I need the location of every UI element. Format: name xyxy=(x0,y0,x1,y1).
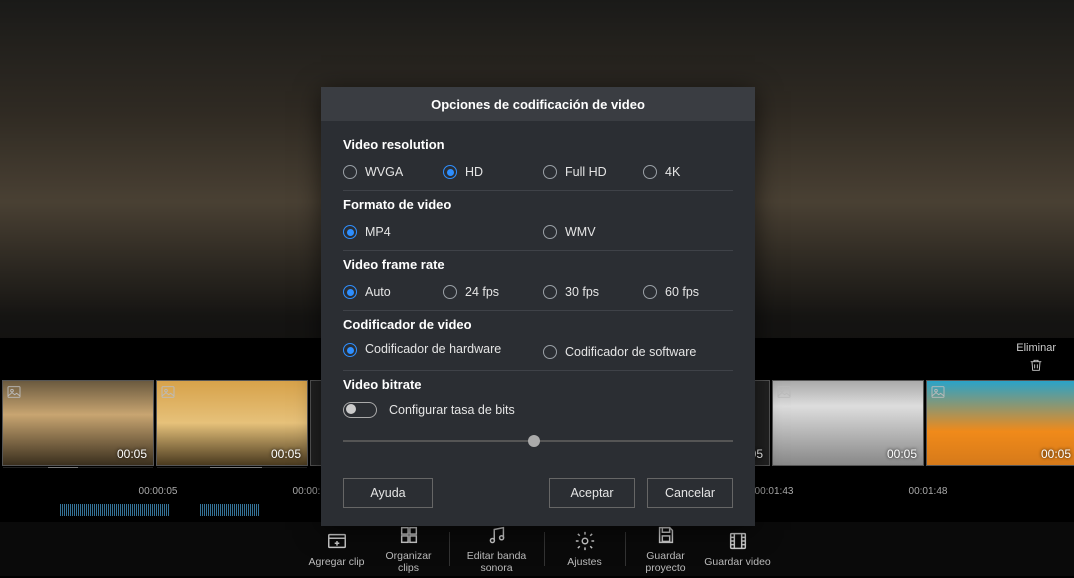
radio-label: Full HD xyxy=(565,165,607,180)
trash-icon xyxy=(1028,356,1044,374)
resolution-option-4k[interactable]: 4K xyxy=(643,162,733,182)
framerate-option-24fps[interactable]: 24 fps xyxy=(443,282,533,302)
framerate-options: Auto 24 fps 30 fps 60 fps xyxy=(343,282,733,302)
radio-label: Codificador de hardware xyxy=(365,342,501,357)
image-icon xyxy=(160,384,176,400)
framerate-section-title: Video frame rate xyxy=(343,257,733,272)
clip-duration: 00:05 xyxy=(1041,447,1071,461)
cancel-button[interactable]: Cancelar xyxy=(647,478,733,508)
slider-knob[interactable] xyxy=(528,435,540,447)
tool-label: Guardar proyecto xyxy=(645,550,685,574)
radio-label: 4K xyxy=(665,165,680,180)
ruler-tick: 00:01:48 xyxy=(909,486,948,497)
delete-clip-button[interactable]: Eliminar xyxy=(1016,342,1056,374)
format-section-title: Formato de video xyxy=(343,197,733,212)
encoder-option-software[interactable]: Codificador de software xyxy=(543,342,733,362)
format-options: MP4 WMV xyxy=(343,222,733,242)
divider xyxy=(343,370,733,371)
radio-label: WVGA xyxy=(365,165,403,180)
clip-duration: 00:05 xyxy=(117,447,147,461)
toolbar-separator xyxy=(625,532,626,566)
resolution-option-hd[interactable]: HD xyxy=(443,162,533,182)
tool-label: Ajustes xyxy=(567,556,601,568)
format-option-wmv[interactable]: WMV xyxy=(543,222,733,242)
resolution-section-title: Video resolution xyxy=(343,137,733,152)
radio-label: MP4 xyxy=(365,225,391,240)
music-note-icon xyxy=(486,524,508,546)
radio-label: WMV xyxy=(565,225,596,240)
encoder-options: Codificador de hardware Codificador de s… xyxy=(343,342,733,362)
timeline-clip[interactable]: 00:05 xyxy=(926,380,1074,466)
bitrate-section-title: Video bitrate xyxy=(343,377,733,392)
gear-icon xyxy=(574,530,596,552)
save-video-button[interactable]: Guardar video xyxy=(702,526,774,572)
framerate-option-60fps[interactable]: 60 fps xyxy=(643,282,733,302)
framerate-option-30fps[interactable]: 30 fps xyxy=(543,282,633,302)
bitrate-toggle-label: Configurar tasa de bits xyxy=(389,403,515,417)
clip-duration: 00:05 xyxy=(271,447,301,461)
tool-label: Organizar clips xyxy=(385,550,431,574)
ruler-tick: 00:00:05 xyxy=(139,486,178,497)
organize-clips-button[interactable]: Organizar clips xyxy=(373,520,445,578)
dialog-button-row: Ayuda Aceptar Cancelar xyxy=(321,470,755,526)
save-project-button[interactable]: Guardar proyecto xyxy=(630,520,702,578)
timeline-clip[interactable]: 00:05 xyxy=(2,380,154,466)
divider xyxy=(343,190,733,191)
radio-label: 30 fps xyxy=(565,285,599,300)
settings-button[interactable]: Ajustes xyxy=(549,526,621,572)
add-clip-button[interactable]: Agregar clip xyxy=(301,526,373,572)
add-clip-icon xyxy=(326,530,348,552)
encoder-option-hardware[interactable]: Codificador de hardware xyxy=(343,342,533,362)
divider xyxy=(343,310,733,311)
grid-icon xyxy=(398,524,420,546)
radio-label: HD xyxy=(465,165,483,180)
clip-scrubber[interactable] xyxy=(157,467,307,468)
radio-label: 24 fps xyxy=(465,285,499,300)
tool-label: Agregar clip xyxy=(308,556,364,568)
image-icon xyxy=(6,384,22,400)
timeline-clip[interactable]: 00:05 xyxy=(156,380,308,466)
save-icon xyxy=(655,524,677,546)
resolution-option-fullhd[interactable]: Full HD xyxy=(543,162,633,182)
format-option-mp4[interactable]: MP4 xyxy=(343,222,533,242)
resolution-options: WVGA HD Full HD 4K xyxy=(343,162,733,182)
encoder-section-title: Codificador de video xyxy=(343,317,733,332)
radio-label: Auto xyxy=(365,285,391,300)
tool-label: Guardar video xyxy=(704,556,771,568)
tool-label: Editar banda sonora xyxy=(467,550,527,574)
bitrate-toggle[interactable] xyxy=(343,402,377,418)
timeline-clip[interactable]: 00:05 xyxy=(772,380,924,466)
edit-soundtrack-button[interactable]: Editar banda sonora xyxy=(454,520,540,578)
divider xyxy=(343,250,733,251)
encoding-options-dialog: Opciones de codificación de video Video … xyxy=(321,87,755,526)
accept-button[interactable]: Aceptar xyxy=(549,478,635,508)
bottom-toolbar: Agregar clip Organizar clips Editar band… xyxy=(0,522,1074,576)
dialog-title: Opciones de codificación de video xyxy=(321,87,755,121)
radio-label: 60 fps xyxy=(665,285,699,300)
film-icon xyxy=(727,530,749,552)
bitrate-slider[interactable] xyxy=(343,432,733,450)
radio-label: Codificador de software xyxy=(565,345,696,360)
toolbar-separator xyxy=(449,532,450,566)
help-button[interactable]: Ayuda xyxy=(343,478,433,508)
image-icon xyxy=(776,384,792,400)
framerate-option-auto[interactable]: Auto xyxy=(343,282,433,302)
toolbar-separator xyxy=(544,532,545,566)
clip-scrubber[interactable] xyxy=(3,467,153,468)
clip-duration: 00:05 xyxy=(887,447,917,461)
delete-label: Eliminar xyxy=(1016,342,1056,354)
ruler-tick: 00:01:43 xyxy=(755,486,794,497)
image-icon xyxy=(930,384,946,400)
resolution-option-wvga[interactable]: WVGA xyxy=(343,162,433,182)
